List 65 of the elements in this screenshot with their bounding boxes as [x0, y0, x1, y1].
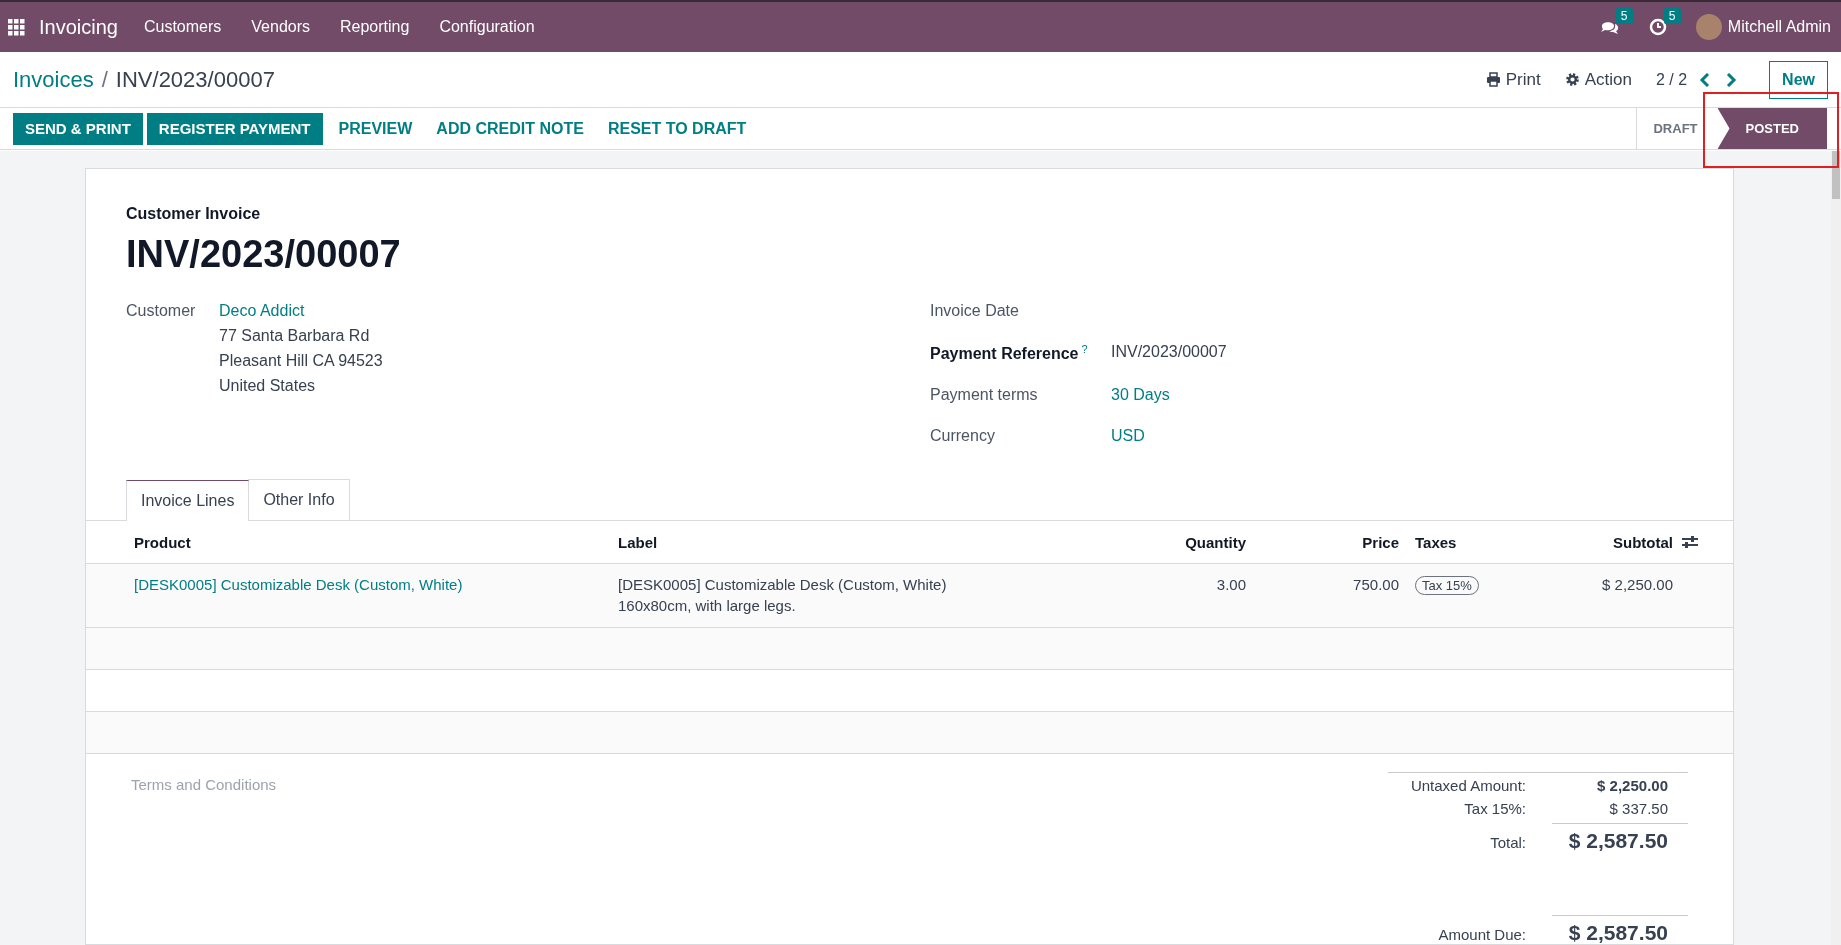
total-label: Untaxed Amount: [1409, 777, 1527, 795]
table-cell-text: 3.00 [1215, 575, 1247, 596]
print-button[interactable]: Print [1485, 69, 1541, 90]
column-header: Taxes [1414, 533, 1458, 551]
next-icon[interactable] [1725, 72, 1738, 87]
total-label: Tax 15%: [1463, 800, 1527, 818]
field-value: INV/2023/00007 [1111, 343, 1227, 362]
action-button[interactable]: Action [1564, 69, 1632, 90]
gear-icon [1564, 72, 1580, 87]
field-value-link[interactable]: USD [1111, 427, 1227, 446]
total-value: $ 2,587.50 [1552, 915, 1688, 945]
tab[interactable]: Invoice Lines [126, 480, 250, 522]
scrollbar[interactable] [1831, 151, 1841, 945]
product-link[interactable]: [DESK0005] Customizable Desk (Custom, White) [126, 574, 610, 596]
total-value: $ 337.50 [1608, 800, 1669, 818]
activity-count-badge: 5 [1663, 8, 1681, 24]
new-button[interactable]: New [1769, 60, 1828, 99]
action-bar-button[interactable]: REGISTER PAYMENT [146, 112, 323, 145]
column-header: Product [133, 533, 192, 551]
status-step[interactable]: POSTED [1717, 108, 1827, 149]
user-name[interactable]: Mitchell Admin [1727, 18, 1831, 36]
total-value: $ 2,587.50 [1552, 823, 1688, 854]
column-header: Subtotal [1612, 533, 1674, 551]
total-value: $ 2,250.00 [1596, 777, 1669, 795]
customer-link[interactable]: Deco Addict [219, 302, 383, 320]
table-cell-text: [DESK0005] Customizable Desk (Custom, White) 160x80cm, with large legs. [617, 575, 948, 617]
previous-icon[interactable] [1699, 72, 1712, 87]
field-label: Payment terms [930, 386, 1038, 404]
document-type: Customer Invoice [126, 205, 262, 223]
table-cell-text: 750.00 [1352, 575, 1400, 596]
menu-item[interactable]: Reporting [340, 18, 410, 36]
help-tooltip[interactable]: ? [1081, 343, 1088, 355]
field-value-link[interactable]: 30 Days [1111, 386, 1227, 405]
action-bar-button[interactable]: PREVIEW [326, 112, 425, 145]
table-cell-text: $ 2,250.00 [1601, 575, 1674, 596]
field-label: Customer [126, 302, 197, 321]
total-label: Total: [1489, 834, 1527, 852]
address-line: Pleasant Hill CA 94523 [219, 352, 383, 370]
action-bar-button[interactable]: RESET TO DRAFT [595, 112, 759, 145]
action-bar-button[interactable]: ADD CREDIT NOTE [424, 112, 596, 145]
field-label: Payment Reference [930, 345, 1079, 363]
address-line: United States [219, 377, 317, 395]
printer-icon [1485, 72, 1501, 87]
clock-icon[interactable] [1647, 18, 1668, 36]
menu-item[interactable]: Vendors [251, 18, 310, 36]
total-label: Amount Due: [1437, 926, 1527, 944]
column-header: Price [1361, 533, 1400, 551]
breadcrumb-separator: / [101, 66, 108, 93]
column-header: Quantity [1184, 533, 1247, 551]
tab[interactable]: Other Info [248, 479, 350, 521]
apps-grid-icon[interactable] [8, 18, 25, 36]
action-bar-button[interactable]: SEND & PRINT [13, 112, 143, 145]
breadcrumb-link[interactable]: Invoices [13, 66, 94, 93]
field-label: Invoice Date [930, 302, 1019, 319]
message-count-badge: 5 [1615, 8, 1633, 24]
pager-counter: 2 / 2 [1655, 70, 1688, 89]
breadcrumb-current: INV/2023/00007 [115, 66, 275, 93]
app-name[interactable]: Invoicing [39, 15, 118, 39]
menu-item[interactable]: Customers [143, 18, 222, 36]
invoice-number: INV/2023/00007 [126, 233, 402, 276]
sliders-icon[interactable] [1681, 534, 1699, 551]
menu-item[interactable]: Configuration [439, 18, 535, 36]
address-line: 77 Santa Barbara Rd [219, 327, 371, 345]
field-label: Currency [930, 427, 995, 445]
column-header: Label [617, 533, 659, 551]
